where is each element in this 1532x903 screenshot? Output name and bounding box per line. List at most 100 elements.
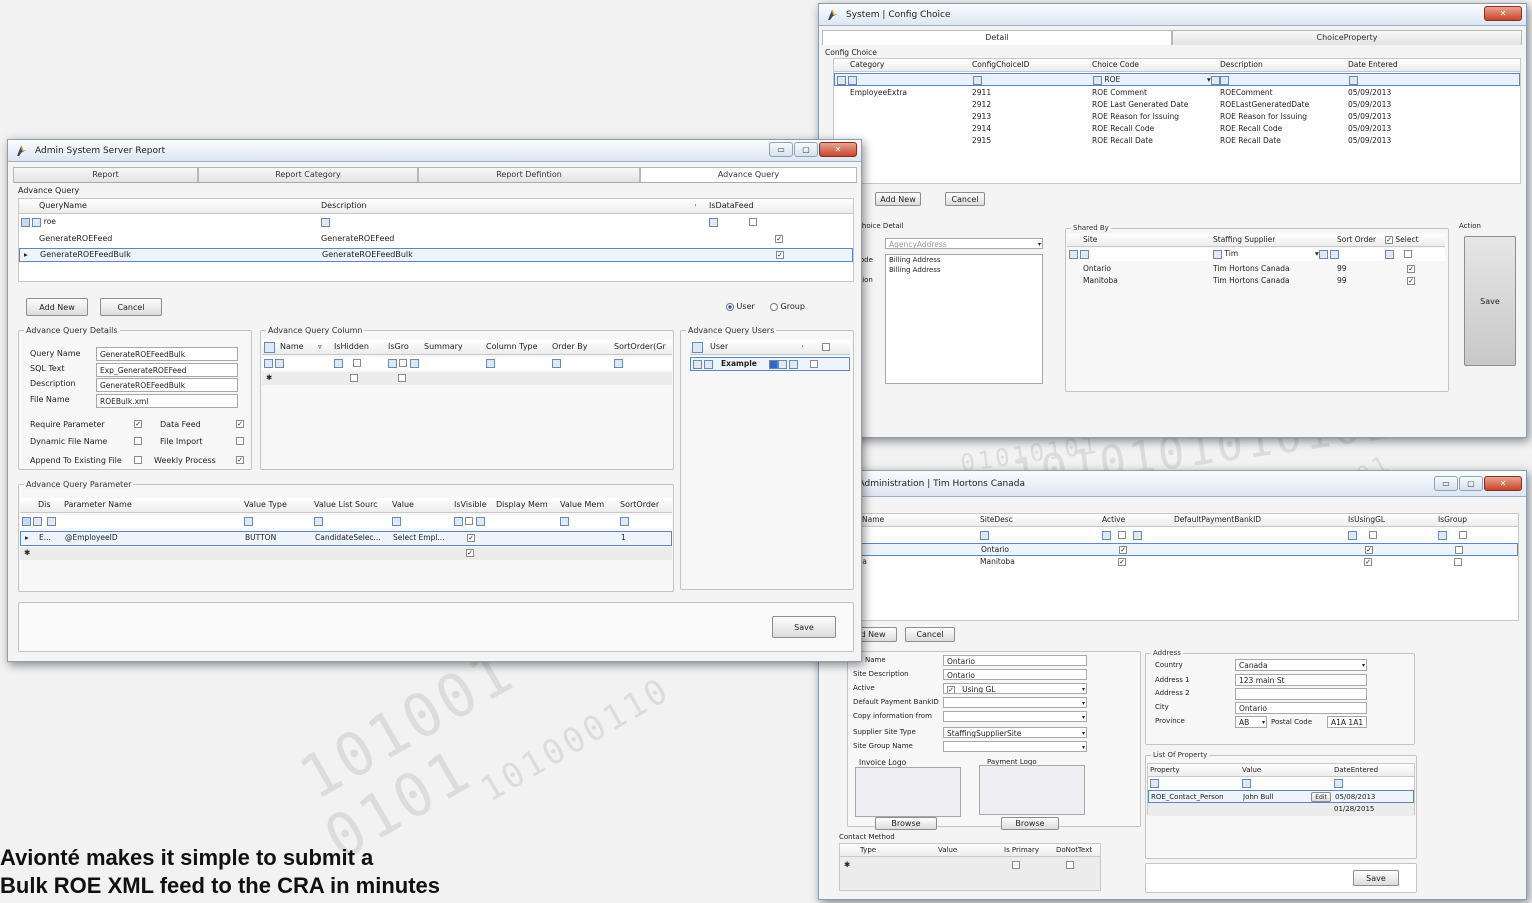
cancel-button[interactable]: Cancel [100, 298, 162, 316]
filter-icon[interactable] [693, 358, 714, 370]
column-header[interactable]: Display Mem [496, 498, 548, 512]
column-header[interactable]: Value [392, 498, 414, 512]
filter-icon[interactable] [392, 515, 401, 527]
column-header[interactable]: DateEntered [1334, 764, 1378, 776]
choice-code-field[interactable]: Billing Address Billing Address [885, 254, 1043, 384]
select-checkbox[interactable]: ✓ [1407, 263, 1415, 275]
cancel-button[interactable]: Cancel [945, 192, 985, 206]
data-feed-checkbox[interactable]: ✓ [775, 233, 783, 245]
table-row[interactable]: ▸ E... @EmployeeID BUTTON CandidateSelec… [20, 531, 672, 546]
save-button[interactable]: Save [1353, 870, 1399, 886]
filter-code[interactable]: ROE [1093, 74, 1120, 86]
column-header[interactable]: Name [280, 340, 304, 354]
filter-icon[interactable] [1348, 529, 1377, 541]
column-header[interactable]: IsHidden [334, 340, 369, 354]
filter-icon[interactable] [22, 515, 57, 527]
close-button[interactable]: ✕ [1484, 6, 1522, 21]
tab-detail[interactable]: Detail [822, 30, 1172, 45]
filter-icon[interactable] [614, 357, 623, 369]
column-header[interactable]: Value Mem [560, 498, 604, 512]
sql-text-field[interactable]: Exp_GenerateROEFeed [96, 363, 238, 377]
table-row[interactable]: ▸ GenerateROEFeedBulk GenerateROEFeedBulk ✓ [19, 248, 853, 262]
table-row[interactable]: rioOntario✓✓ [848, 543, 1518, 556]
supplier-type-select[interactable]: StaffingSupplierSite ▾ [943, 727, 1087, 738]
grid-menu-icon[interactable] [264, 340, 275, 354]
dynamic-file-name-check[interactable] [134, 436, 142, 445]
column-header[interactable]: Summary [424, 340, 463, 354]
file-name-field[interactable]: ROEBulk.xml [96, 394, 238, 408]
group-name-select[interactable]: ▾ [943, 741, 1087, 752]
filter-icon[interactable] [973, 74, 982, 86]
column-header[interactable]: SortOrder [620, 498, 659, 512]
filter-icon[interactable] [334, 357, 361, 369]
filter-icon[interactable] [244, 515, 253, 527]
close-button[interactable]: ✕ [819, 142, 857, 157]
dynamic-file-name-checkbox[interactable]: Dynamic File Name [30, 437, 107, 446]
column-header[interactable]: Name [862, 514, 884, 526]
country-select[interactable]: Canada ▾ [1235, 659, 1367, 671]
column-header[interactable]: Type [860, 844, 876, 856]
column-header[interactable]: Description [321, 199, 367, 213]
filter-icon[interactable] [314, 515, 323, 527]
save-button[interactable]: Save [1464, 236, 1516, 366]
table-row[interactable]: tobaManitoba✓✓ [848, 556, 1518, 569]
user-radio[interactable]: User [726, 302, 755, 311]
grid-menu-icon[interactable] [692, 340, 703, 354]
filter-icon[interactable] [388, 357, 419, 369]
group-radio[interactable]: Group [770, 302, 805, 311]
filter-icon[interactable]: roe [21, 216, 56, 228]
row-checkbox[interactable]: ✓ [1119, 544, 1127, 556]
append-check[interactable] [134, 455, 142, 464]
using-gl-select[interactable]: ✓ Using GL ▾ [943, 683, 1087, 694]
row-checkbox[interactable]: ✓ [1365, 544, 1373, 556]
copy-select[interactable]: ▾ [943, 711, 1087, 722]
row-checkbox[interactable]: ✓ [1118, 556, 1126, 568]
add-new-button[interactable]: Add New [875, 192, 921, 206]
table-row[interactable]: Manitoba Tim Hortons Canada 99 ✓ [1067, 275, 1445, 288]
filter-icon[interactable] [1069, 248, 1090, 260]
weekly-process-check[interactable]: ✓ [236, 455, 244, 464]
column-header[interactable]: Date Entered [1348, 59, 1398, 71]
bank-select[interactable]: ▾ [943, 697, 1087, 708]
column-header[interactable]: SortOrder(Gr [614, 340, 666, 354]
filter-icon[interactable] [1385, 248, 1412, 260]
column-header[interactable]: QueryName [39, 199, 87, 213]
column-header[interactable]: User [710, 340, 728, 354]
data-feed-checkbox[interactable]: ✓ [776, 249, 784, 261]
filter-icon[interactable] [709, 216, 757, 228]
filter-icon[interactable] [1102, 529, 1143, 541]
column-header[interactable]: Description [1220, 59, 1263, 71]
column-header[interactable]: ✓ Select [1385, 234, 1419, 246]
column-header[interactable]: Is Primary [1004, 844, 1039, 856]
maximize-button[interactable]: ▢ [1459, 476, 1483, 491]
filter-icon[interactable] [1242, 777, 1251, 789]
address1-field[interactable]: 123 main St [1235, 674, 1367, 686]
new-row[interactable]: ✱ [840, 859, 1100, 872]
browse-payment-button[interactable]: Browse [1001, 817, 1059, 830]
filter-icon[interactable] [321, 216, 330, 228]
column-header[interactable]: ConfigChoiceID [972, 59, 1029, 71]
column-header[interactable]: Value Type [244, 498, 287, 512]
filter-icon[interactable] [1438, 529, 1467, 541]
edit-button[interactable]: Edit [1311, 792, 1331, 802]
table-row[interactable]: 01/28/2015 [1148, 803, 1414, 816]
column-header[interactable]: DefaultPaymentBankID [1174, 514, 1261, 526]
close-button[interactable]: ✕ [1484, 476, 1522, 491]
column-header[interactable]: SiteDesc [980, 514, 1013, 526]
column-header[interactable]: DoNotText [1056, 844, 1092, 856]
column-header[interactable] [822, 340, 830, 354]
require-parameter-checkbox[interactable]: Require Parameter [30, 420, 105, 429]
tab-advance-query[interactable]: Advance Query [640, 167, 857, 182]
weekly-process-checkbox[interactable]: Weekly Process [154, 456, 216, 465]
table-row[interactable]: ROE_Contact_Person John Bull Edit 05/08/… [1148, 790, 1414, 803]
new-row[interactable]: ✱ [262, 372, 672, 385]
tab-report[interactable]: Report [13, 167, 198, 182]
maximize-button[interactable]: ▢ [794, 142, 818, 157]
column-header[interactable]: Sort Order [1337, 234, 1376, 246]
column-header[interactable]: Active [1102, 514, 1125, 526]
column-header[interactable]: IsGro [388, 340, 409, 354]
filter-icon[interactable] [769, 358, 819, 370]
file-import-checkbox[interactable]: File Import [160, 437, 202, 446]
filter-icon[interactable] [1349, 74, 1358, 86]
data-feed-check[interactable]: ✓ [236, 419, 244, 428]
